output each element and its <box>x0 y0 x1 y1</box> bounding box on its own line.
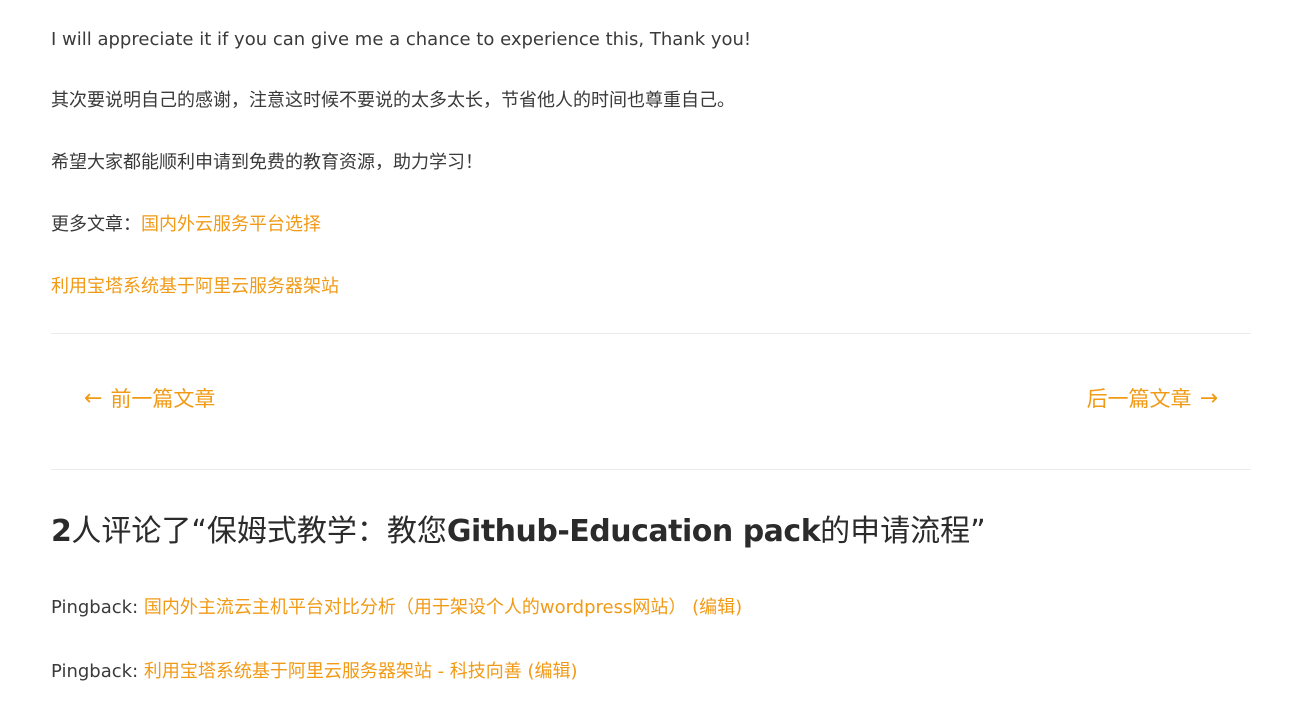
pingback-label: Pingback: <box>51 597 144 618</box>
comments-title: 2人评论了“保姆式教学：教您Github-Education pack的申请流程… <box>51 512 986 552</box>
pingback-item: Pingback: 利用宝塔系统基于阿里云服务器架站 - 科技向善 (编辑) <box>51 658 578 686</box>
pingback-item: Pingback: 国内外主流云主机平台对比分析（用于架设个人的wordpres… <box>51 594 742 622</box>
divider-top <box>51 333 1251 334</box>
prev-post-label: 前一篇文章 <box>110 387 216 411</box>
pingback-edit-link[interactable]: (编辑) <box>692 597 742 618</box>
more-article-link-baota[interactable]: 利用宝塔系统基于阿里云服务器架站 <box>51 276 339 297</box>
comments-title-suffix: 的申请流程” <box>820 514 986 549</box>
thanks-paragraph: I will appreciate it if you can give me … <box>51 26 751 54</box>
pingback-link[interactable]: 利用宝塔系统基于阿里云服务器架站 - 科技向善 <box>144 661 522 682</box>
prev-post-link[interactable]: ← 前一篇文章 <box>84 384 215 414</box>
wish-text: 希望大家都能顺利申请到免费的教育资源，助力学习！ <box>51 152 483 173</box>
thanks-text: I will appreciate it if you can give me … <box>51 29 752 50</box>
pingback-link[interactable]: 国内外主流云主机平台对比分析（用于架设个人的wordpress网站） <box>144 597 687 618</box>
advice-text: 其次要说明自己的感谢，注意这时候不要说的太多太长，节省他人的时间也尊重自己。 <box>51 90 735 111</box>
arrow-right-icon: → <box>1199 386 1218 411</box>
comments-title-bold: Github-Education pack <box>446 514 821 549</box>
next-post-link[interactable]: 后一篇文章 → <box>1087 384 1218 414</box>
comments-title-prefix: 人评论了“保姆式教学：教您 <box>71 514 447 549</box>
more-articles-paragraph: 更多文章：国内外云服务平台选择 <box>51 211 321 239</box>
next-post-label: 后一篇文章 <box>1086 387 1192 411</box>
advice-paragraph: 其次要说明自己的感谢，注意这时候不要说的太多太长，节省他人的时间也尊重自己。 <box>51 87 735 115</box>
more-articles-label: 更多文章： <box>51 214 141 235</box>
arrow-left-icon: ← <box>84 386 103 411</box>
comments-count: 2 <box>51 514 72 549</box>
pingback-label: Pingback: <box>51 661 144 682</box>
pingback-edit-link[interactable]: (编辑) <box>528 661 578 682</box>
wish-paragraph: 希望大家都能顺利申请到免费的教育资源，助力学习！ <box>51 149 483 177</box>
more-article-link-cloud-platforms[interactable]: 国内外云服务平台选择 <box>141 214 321 235</box>
divider-bottom <box>51 469 1251 470</box>
more-articles-paragraph-2: 利用宝塔系统基于阿里云服务器架站 <box>51 273 339 301</box>
